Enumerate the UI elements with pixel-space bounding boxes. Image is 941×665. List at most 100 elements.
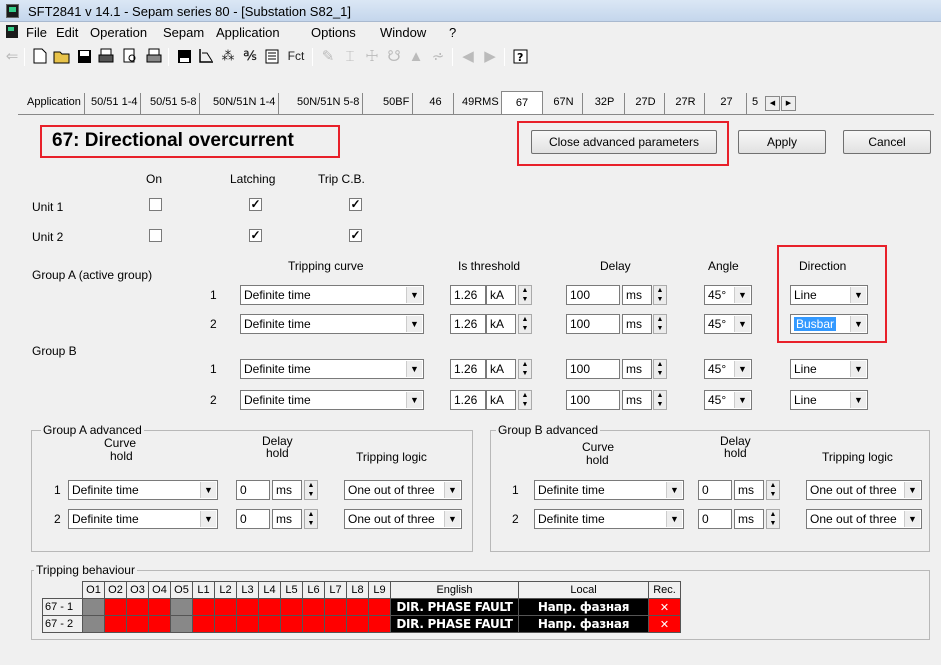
unit-1-latching-checkbox[interactable]: ✓ bbox=[249, 198, 262, 211]
printer-setup-icon[interactable] bbox=[144, 46, 164, 66]
is-threshold-input[interactable]: 1.26 bbox=[450, 359, 486, 379]
chevron-down-icon[interactable]: ▼ bbox=[850, 316, 866, 332]
chevron-down-icon[interactable]: ▼ bbox=[850, 392, 866, 408]
tab-50n-51n-1-4[interactable]: 50N/51N 1-4 bbox=[210, 93, 280, 114]
tripping-matrix-cell[interactable] bbox=[104, 615, 127, 633]
tab-46[interactable]: 46 bbox=[418, 93, 454, 114]
tripping-matrix-cell[interactable] bbox=[302, 615, 325, 633]
tripping-matrix-cell[interactable] bbox=[324, 598, 347, 616]
tripping-curve-select[interactable]: Definite time ▼ bbox=[240, 285, 424, 305]
tab-67n[interactable]: 67N bbox=[545, 93, 583, 114]
network-icon[interactable]: ℁ bbox=[240, 46, 260, 66]
is-threshold-input[interactable]: 1.26 bbox=[450, 314, 486, 334]
direction-select[interactable]: Line ▼ bbox=[790, 285, 868, 305]
delay-hold-unit-select[interactable]: ms bbox=[734, 509, 764, 529]
angle-select[interactable]: 45° ▼ bbox=[704, 314, 752, 334]
document-icon[interactable] bbox=[6, 25, 18, 38]
tool-a-icon[interactable]: ⌶ bbox=[340, 46, 360, 66]
delay-unit-select[interactable]: ms bbox=[622, 285, 652, 305]
menu-operation[interactable]: Operation bbox=[90, 25, 147, 40]
tripping-matrix-cell[interactable] bbox=[192, 615, 215, 633]
tripping-matrix-cell[interactable] bbox=[346, 598, 369, 616]
tripping-matrix-cell[interactable] bbox=[236, 615, 259, 633]
tab-50-51-1-4[interactable]: 50/51 1-4 bbox=[88, 93, 142, 114]
tripping-matrix-cell[interactable] bbox=[346, 615, 369, 633]
chevron-down-icon[interactable]: ▼ bbox=[734, 287, 750, 303]
delay-spinner[interactable]: ▲ ▼ bbox=[653, 314, 667, 334]
apply-button[interactable]: Apply bbox=[738, 130, 826, 154]
chevron-down-icon[interactable]: ▼ bbox=[444, 482, 460, 498]
delay-hold-spinner[interactable]: ▲ ▼ bbox=[766, 509, 780, 529]
delay-hold-input[interactable]: 0 bbox=[698, 480, 732, 500]
tab-32p[interactable]: 32P bbox=[585, 93, 625, 114]
is-threshold-input[interactable]: 1.26 bbox=[450, 285, 486, 305]
delay-unit-select[interactable]: ms bbox=[622, 359, 652, 379]
delay-hold-input[interactable]: 0 bbox=[698, 509, 732, 529]
chevron-down-icon[interactable]: ▼ bbox=[406, 316, 422, 332]
tripping-matrix-cell[interactable] bbox=[192, 598, 215, 616]
chevron-down-icon[interactable]: ▼ bbox=[200, 482, 216, 498]
menu-application[interactable]: Application bbox=[216, 25, 280, 40]
tab-49rms[interactable]: 49RMS bbox=[456, 93, 503, 114]
chevron-down-icon[interactable]: ▼ bbox=[734, 392, 750, 408]
delay-hold-spinner[interactable]: ▲ ▼ bbox=[304, 480, 318, 500]
tripping-logic-select[interactable]: One out of three ▼ bbox=[344, 480, 462, 500]
tripping-curve-select[interactable]: Definite time ▼ bbox=[240, 359, 424, 379]
is-threshold-input[interactable]: 1.26 bbox=[450, 390, 486, 410]
connection-icon[interactable]: ⁂ bbox=[218, 46, 238, 66]
floppy-icon[interactable] bbox=[174, 46, 194, 66]
tab-scroll-left-icon[interactable]: ◀ bbox=[765, 96, 780, 111]
menu-help[interactable]: ? bbox=[449, 25, 456, 40]
tripping-logic-select[interactable]: One out of three ▼ bbox=[344, 509, 462, 529]
tripping-logic-select[interactable]: One out of three ▼ bbox=[806, 480, 922, 500]
is-threshold-spinner[interactable]: ▲ ▼ bbox=[518, 314, 532, 334]
save-icon[interactable] bbox=[74, 46, 94, 66]
tripping-curve-select[interactable]: Definite time ▼ bbox=[240, 390, 424, 410]
delay-input[interactable]: 100 bbox=[566, 314, 620, 334]
tripping-matrix-cell[interactable] bbox=[148, 615, 171, 633]
tab-5[interactable]: 5 bbox=[749, 93, 765, 114]
delay-spinner[interactable]: ▲ ▼ bbox=[653, 390, 667, 410]
tripping-matrix-cell[interactable] bbox=[236, 598, 259, 616]
tripping-matrix-cell[interactable] bbox=[368, 598, 391, 616]
angle-select[interactable]: 45° ▼ bbox=[704, 390, 752, 410]
menu-edit[interactable]: Edit bbox=[56, 25, 78, 40]
rec-cross-icon[interactable]: ✕ bbox=[648, 598, 681, 616]
menu-window[interactable]: Window bbox=[380, 25, 426, 40]
chevron-down-icon[interactable]: ▼ bbox=[666, 511, 682, 527]
delay-hold-unit-select[interactable]: ms bbox=[272, 480, 302, 500]
cancel-button[interactable]: Cancel bbox=[843, 130, 931, 154]
curve-hold-select[interactable]: Definite time ▼ bbox=[534, 480, 684, 500]
tripping-matrix-cell[interactable] bbox=[302, 598, 325, 616]
menu-sepam[interactable]: Sepam bbox=[163, 25, 204, 40]
tripping-matrix-cell[interactable] bbox=[148, 598, 171, 616]
tripping-matrix-cell[interactable] bbox=[258, 615, 281, 633]
settings-icon[interactable] bbox=[262, 46, 282, 66]
angle-select[interactable]: 45° ▼ bbox=[704, 285, 752, 305]
chevron-down-icon[interactable]: ▼ bbox=[406, 361, 422, 377]
tripping-curve-select[interactable]: Definite time ▼ bbox=[240, 314, 424, 334]
direction-select[interactable]: Line ▼ bbox=[790, 390, 868, 410]
chevron-down-icon[interactable]: ▼ bbox=[850, 361, 866, 377]
tripping-matrix-cell[interactable] bbox=[82, 615, 105, 633]
chevron-down-icon[interactable]: ▼ bbox=[904, 511, 920, 527]
delay-unit-select[interactable]: ms bbox=[622, 390, 652, 410]
tab-50bf[interactable]: 50BF bbox=[378, 93, 414, 114]
menu-options[interactable]: Options bbox=[311, 25, 356, 40]
delay-hold-spinner[interactable]: ▲ ▼ bbox=[766, 480, 780, 500]
delay-unit-select[interactable]: ms bbox=[622, 314, 652, 334]
tripping-matrix-cell[interactable] bbox=[104, 598, 127, 616]
tab-50-51-5-8[interactable]: 50/51 5-8 bbox=[147, 93, 201, 114]
print-preview-icon[interactable] bbox=[120, 46, 140, 66]
pen-icon[interactable]: ✎ bbox=[318, 46, 338, 66]
tool-d-icon[interactable]: ▲ bbox=[406, 46, 426, 66]
is-threshold-spinner[interactable]: ▲ ▼ bbox=[518, 285, 532, 305]
delay-input[interactable]: 100 bbox=[566, 390, 620, 410]
direction-select[interactable]: Busbar ▼ bbox=[790, 314, 868, 334]
chevron-down-icon[interactable]: ▼ bbox=[200, 511, 216, 527]
chevron-down-icon[interactable]: ▼ bbox=[734, 316, 750, 332]
delay-hold-input[interactable]: 0 bbox=[236, 509, 270, 529]
tripping-matrix-cell[interactable] bbox=[368, 615, 391, 633]
close-advanced-parameters-button[interactable]: Close advanced parameters bbox=[531, 130, 717, 154]
chevron-down-icon[interactable]: ▼ bbox=[734, 361, 750, 377]
